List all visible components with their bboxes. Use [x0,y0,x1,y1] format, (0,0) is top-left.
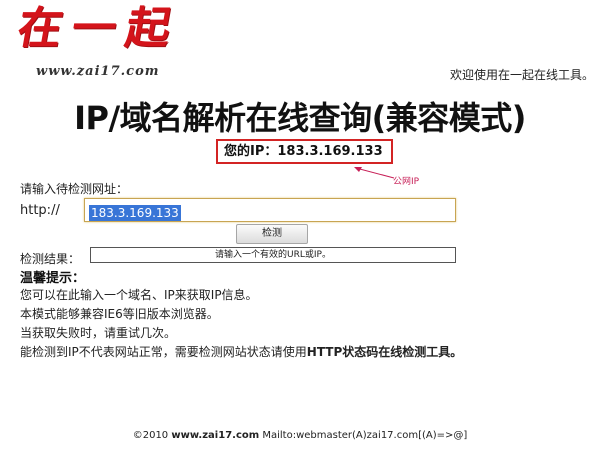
footer-mailto: Mailto:webmaster(A)zai17.com[(A)=>@] [259,430,468,441]
tips-title: 温馨提示： [20,271,86,286]
page-title: IP/域名解析在线查询(兼容模式) [74,99,526,137]
welcome-text: 欢迎使用在一起在线工具。 [449,68,594,82]
tip-line: 能检测到IP不代表网站正常，需要检测网站状态请使用HTTP状态码在线检测工具。 [20,343,462,362]
footer: ©2010 www.zai17.com Mailto:webmaster(A)z… [0,430,600,441]
footer-domain-link[interactable]: www.zai17.com [171,430,259,441]
tips-list: 您可以在此输入一个域名、IP来获取IP信息。 本模式能够兼容IE6等旧版本浏览器… [20,286,462,362]
site-logo[interactable]: 在一起 [14,3,185,54]
your-ip-box: 您的IP：183.3.169.133 [216,139,393,164]
protocol-label: http:// [20,203,60,218]
url-input[interactable]: 183.3.169.133 [84,198,456,222]
tip-line: 当获取失败时，请重试几次。 [20,326,177,340]
site-url: www.zai17.com [36,64,160,79]
input-prompt-label: 请输入待检测网址： [20,182,129,196]
tip-line: 您可以在此输入一个域名、IP来获取IP信息。 [20,288,258,302]
tip-line: 本模式能够兼容IE6等旧版本浏览器。 [20,307,219,321]
http-status-tool-link[interactable]: HTTP状态码在线检测工具。 [307,345,463,359]
result-label: 检测结果： [20,252,81,266]
tip-line-text: 能检测到IP不代表网站正常，需要检测网站状态请使用 [20,345,307,359]
result-box: 请输入一个有效的URL或IP。 [90,247,456,263]
public-ip-annotation: 公网IP [393,177,420,187]
check-button[interactable]: 检测 [236,224,308,244]
url-input-value: 183.3.169.133 [89,205,181,221]
footer-copyright: ©2010 [132,430,172,441]
